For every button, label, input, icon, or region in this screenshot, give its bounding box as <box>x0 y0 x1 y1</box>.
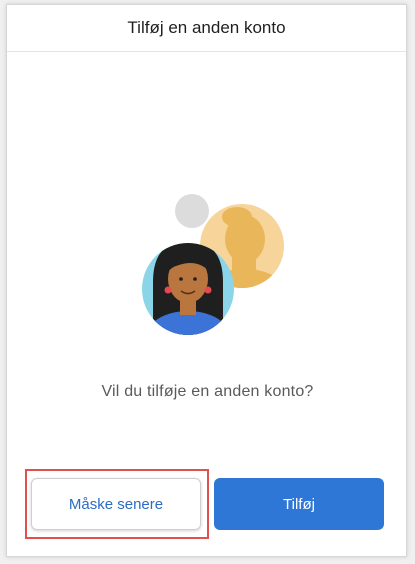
add-account-people-illustration-icon <box>142 194 284 335</box>
add-account-question: Vil du tilføje en anden konto? <box>101 383 314 400</box>
add-account-button[interactable]: Tilføj <box>214 478 384 530</box>
dialog: Tilføj en anden konto Vil du tilføje en … <box>6 4 407 557</box>
page-title: Tilføj en anden konto <box>127 18 286 37</box>
account-illustration <box>7 187 406 337</box>
dialog-header: Tilføj en anden konto <box>7 5 406 52</box>
maybe-later-button[interactable]: Måske senere <box>31 478 201 530</box>
